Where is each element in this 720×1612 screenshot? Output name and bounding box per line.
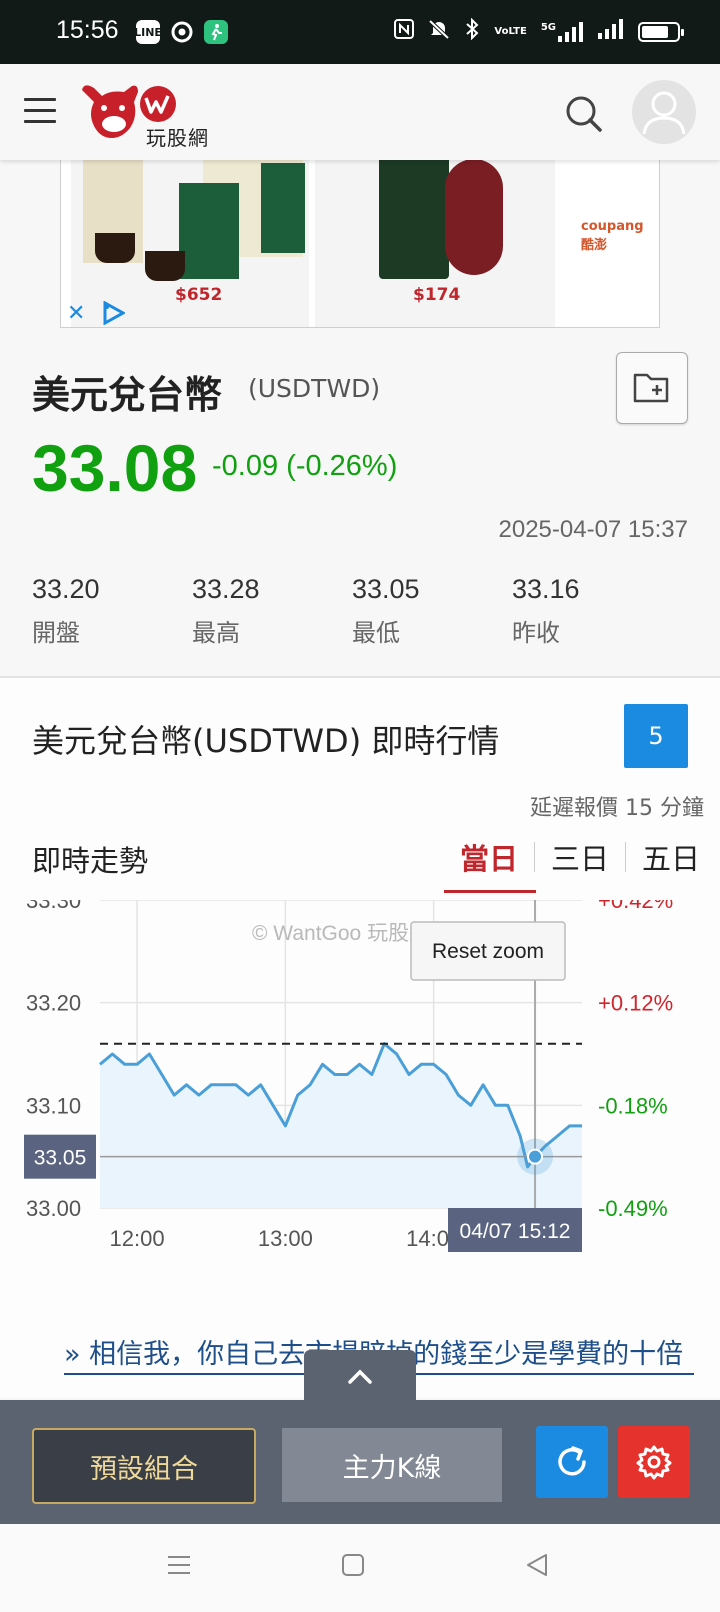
settings-button[interactable] xyxy=(618,1426,690,1498)
section-title: 美元兌台幣(USDTWD) 即時行情 xyxy=(32,722,500,760)
active-tab-indicator xyxy=(444,890,536,893)
main-kline-button[interactable]: 主力K線 xyxy=(282,1428,502,1502)
stat-label: 開盤 xyxy=(32,619,80,647)
y-tick-label-percent: +0.12% xyxy=(598,991,673,1016)
trend-label: 即時走勢 xyxy=(32,844,149,878)
tab-today[interactable]: 當日 xyxy=(444,836,534,878)
signal-icon xyxy=(598,19,624,44)
intraday-chart[interactable]: © WantGoo 玩股網 33.30 33.20 33.10 33.00 +0.42% +… xyxy=(0,900,720,1300)
tab-three-days[interactable]: 三日 xyxy=(535,836,625,878)
app-header: 玩股網 xyxy=(0,64,720,160)
delay-note: 延遲報價 15 分鐘 xyxy=(530,796,704,821)
status-icons: VoLTE 5G xyxy=(394,17,684,45)
ad-choices-icon[interactable] xyxy=(103,300,127,327)
signal-5g-icon: 5G xyxy=(540,21,584,42)
y-tick-label: 33.30 xyxy=(26,900,81,913)
back-icon[interactable] xyxy=(524,1552,550,1582)
stat-label: 最高 xyxy=(192,619,240,647)
period-tabs: 當日 三日 五日 xyxy=(444,836,716,878)
line-app-icon: LINE xyxy=(134,20,162,44)
network-label: 5G xyxy=(540,21,556,33)
stat-value: 33.28 xyxy=(192,574,260,604)
ad-price-2: $174 xyxy=(413,285,461,305)
stat-prev-close: 33.16 昨收 xyxy=(512,574,652,648)
chart-watermark: © WantGoo 玩股網 xyxy=(252,922,430,945)
bluetooth-icon xyxy=(464,17,480,45)
stat-open: 33.20 開盤 xyxy=(32,574,172,648)
fitness-app-icon xyxy=(204,20,228,44)
status-time: 15:56 xyxy=(56,16,119,44)
y-tick-label-percent: -0.49% xyxy=(598,1196,668,1221)
home-icon[interactable] xyxy=(340,1552,366,1582)
ad-close-icon[interactable]: ✕ xyxy=(67,301,85,326)
bottom-toolbar: 預設組合 主力K線 xyxy=(0,1400,720,1524)
y-tick-label: 33.00 xyxy=(26,1196,81,1221)
status-bar: 15:56 LINE VoLTE 5G xyxy=(0,0,720,64)
crosshair-time-label: 04/07 15:12 xyxy=(460,1220,571,1243)
x-tick-label: 13:00 xyxy=(258,1226,313,1251)
app-root: 15:56 LINE VoLTE 5G 玩股網 $652 $174 coupan… xyxy=(0,0,720,1612)
ad-price-1: $652 xyxy=(175,285,223,305)
stat-value: 33.05 xyxy=(352,574,420,604)
battery-icon xyxy=(638,21,684,42)
search-icon[interactable] xyxy=(564,94,604,134)
mute-icon xyxy=(428,18,450,45)
ad-product-ucc-coffee[interactable]: $174 xyxy=(315,153,555,327)
y-tick-label: 33.10 xyxy=(26,1093,81,1118)
expand-toolbar-button[interactable] xyxy=(304,1350,416,1404)
tab-five-days[interactable]: 五日 xyxy=(626,836,716,878)
chevron-up-icon xyxy=(348,1369,372,1384)
y-tick-label-percent: +0.42% xyxy=(598,900,673,913)
current-price: 33.08 xyxy=(32,431,198,505)
menu-icon[interactable] xyxy=(24,98,56,131)
delay-minutes-badge[interactable]: 5 xyxy=(624,704,688,768)
x-tick-label: 12:00 xyxy=(110,1226,165,1251)
price-change: -0.09 (-0.26%) xyxy=(212,450,398,482)
stat-value: 33.20 xyxy=(32,574,100,604)
recent-apps-icon[interactable] xyxy=(166,1552,192,1582)
gear-icon xyxy=(636,1445,672,1480)
system-nav-bar xyxy=(0,1524,720,1612)
user-avatar-icon[interactable] xyxy=(632,80,696,144)
quote-name: 美元兌台幣 xyxy=(32,373,223,417)
add-to-folder-button[interactable] xyxy=(616,352,688,424)
folder-plus-icon xyxy=(633,373,669,403)
current-value-label: 33.05 xyxy=(34,1147,87,1170)
quote-timestamp: 2025-04-07 15:37 xyxy=(498,516,689,543)
hover-point xyxy=(527,1148,544,1165)
price-area xyxy=(100,1043,582,1208)
refresh-icon xyxy=(558,1446,586,1476)
chrome-app-icon xyxy=(170,20,194,44)
stat-label: 昨收 xyxy=(512,619,560,647)
y-tick-label-percent: -0.18% xyxy=(598,1093,668,1118)
volte-icon: VoLTE xyxy=(494,25,527,37)
nfc-icon xyxy=(394,19,415,44)
stat-value: 33.16 xyxy=(512,574,580,604)
preset-combo-button[interactable]: 預設組合 xyxy=(32,1428,256,1504)
reset-zoom-label[interactable]: Reset zoom xyxy=(432,940,544,963)
coupang-brand-label: coupang 酷澎 xyxy=(581,219,644,253)
refresh-button[interactable] xyxy=(536,1426,608,1498)
stat-low: 33.05 最低 xyxy=(352,574,492,648)
ad-banner[interactable]: $652 $174 coupang 酷澎 ✕ xyxy=(60,152,660,328)
y-tick-label: 33.20 xyxy=(26,991,81,1016)
stat-label: 最低 xyxy=(352,619,400,647)
stat-high: 33.28 最高 xyxy=(192,574,332,648)
logo-text: 玩股網 xyxy=(146,126,209,150)
battery-level xyxy=(642,25,668,38)
quote-code: (USDTWD) xyxy=(248,374,381,403)
